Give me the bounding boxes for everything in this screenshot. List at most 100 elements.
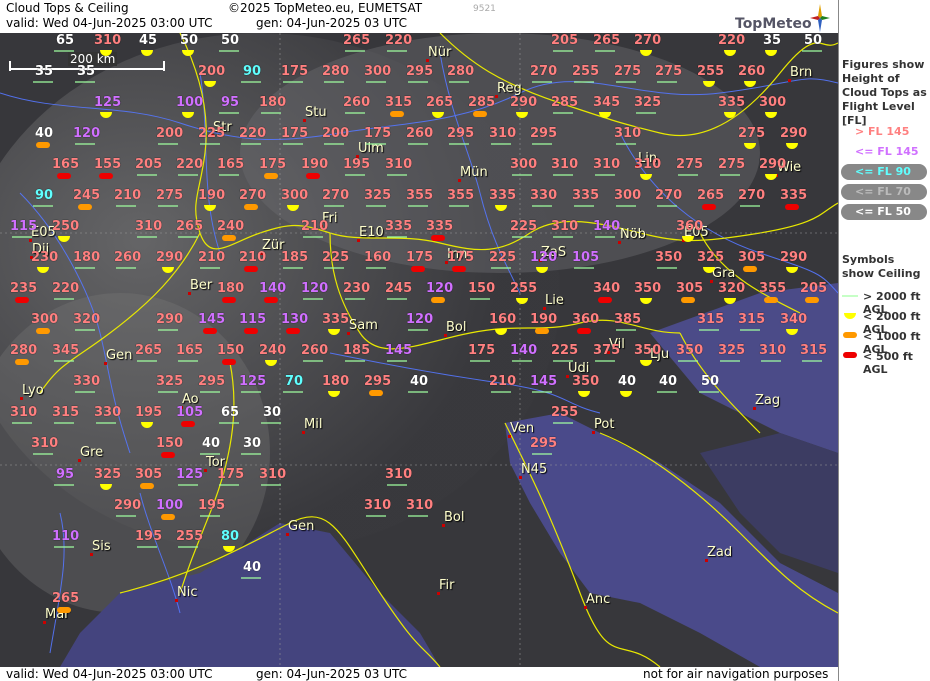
legend-fl-item: <= FL 145 [839, 145, 930, 161]
cloud-top-value: 205 [551, 33, 579, 48]
cloud-top-value: 350 [655, 250, 683, 265]
ceiling-2000-icon [141, 422, 153, 428]
ceiling-1000-icon [244, 204, 258, 210]
cloud-top-value: 270 [634, 33, 662, 48]
ceiling-2000-icon [265, 360, 277, 366]
cloud-top-value: 140 [510, 343, 538, 358]
ceiling-high-icon [261, 484, 281, 486]
cloud-top-value: 310 [593, 157, 621, 172]
cloud-top-value: 300 [614, 188, 642, 203]
satellite-map[interactable]: 200 km Nür Reg Brn Stu Str Ulm Lin Wie Mün Fri E10… [0, 33, 838, 667]
ceiling-1000-icon [36, 142, 50, 148]
city-label: N45 [521, 462, 548, 477]
ceiling-1000-icon [15, 359, 29, 365]
cloud-top-value: 310 [551, 157, 579, 172]
cloud-top-value: 315 [52, 405, 80, 420]
city-label: E10 [359, 225, 384, 240]
cloud-top-value: 165 [217, 157, 245, 172]
cloud-top-value: 295 [198, 374, 226, 389]
ceiling-high-icon [699, 329, 719, 331]
cloud-top-value: 310 [10, 405, 38, 420]
cloud-top-value: 310 [759, 343, 787, 358]
cloud-top-value: 40 [202, 436, 221, 451]
cloud-top-value: 220 [385, 33, 413, 48]
ceiling-high-icon [54, 360, 74, 362]
cloud-top-value: 150 [217, 343, 245, 358]
cloud-top-value: 290 [114, 498, 142, 513]
ceiling-high-icon [616, 329, 636, 331]
cloud-top-value: 110 [52, 529, 80, 544]
valid-time: valid: Wed 04-Jun-2025 03:00 UTC [6, 16, 213, 30]
city-label: Bol [444, 510, 465, 525]
ceiling-high-icon [678, 174, 698, 176]
ceiling-500-icon [431, 235, 445, 241]
ceiling-500-icon [15, 297, 29, 303]
cloud-top-value: 345 [52, 343, 80, 358]
cloud-top-value: 310 [364, 498, 392, 513]
cloud-top-value: 275 [655, 64, 683, 79]
ceiling-2000-icon [724, 298, 736, 304]
cloud-top-value: 35 [35, 64, 54, 79]
city-label: Mil [304, 417, 323, 432]
cloud-top-value: 385 [614, 312, 642, 327]
cloud-top-value: 50 [180, 33, 199, 48]
cloud-top-value: 265 [426, 95, 454, 110]
disclaimer-text: not for air navigation purposes [643, 667, 829, 681]
ceiling-high-icon [200, 391, 220, 393]
cloud-top-value: 235 [10, 281, 38, 296]
cloud-top-value: 30 [243, 436, 262, 451]
cloud-top-value: 175 [364, 126, 392, 141]
ceiling-500-icon [264, 297, 278, 303]
cloud-top-value: 250 [52, 219, 80, 234]
ceiling-high-icon [137, 174, 157, 176]
cloud-top-value: 295 [364, 374, 392, 389]
ceiling-high-icon [324, 205, 344, 207]
ceiling-2000-icon [223, 546, 235, 552]
ceiling-high-icon [137, 236, 157, 238]
ceiling-2000-icon [786, 143, 798, 149]
ceiling-high-icon [470, 360, 490, 362]
cloud-top-value: 295 [530, 436, 558, 451]
ceiling-high-icon [761, 360, 781, 362]
ceiling-high-icon [699, 391, 719, 393]
ceiling-1000-icon [764, 297, 778, 303]
cloud-top-value: 280 [322, 64, 350, 79]
ceiling-high-icon [158, 143, 178, 145]
ceiling-2000-icon [328, 329, 340, 335]
ceiling-2000-icon [204, 81, 216, 87]
ceiling-high-icon [75, 329, 95, 331]
cloud-top-value: 115 [10, 219, 38, 234]
ceiling-500-icon [203, 328, 217, 334]
ceiling-1000-icon [473, 111, 487, 117]
ceiling-500-icon [57, 173, 71, 179]
cloud-top-value: 210 [198, 250, 226, 265]
ceiling-500-icon [843, 352, 857, 358]
ceiling-high-icon [12, 422, 32, 424]
ceiling-1000-icon [264, 173, 278, 179]
ceiling-high-icon [657, 391, 677, 393]
cloud-top-value: 145 [385, 343, 413, 358]
ceiling-500-icon [286, 328, 300, 334]
ceiling-2000-icon [287, 205, 299, 211]
cloud-top-value: 255 [697, 64, 725, 79]
cloud-top-value: 40 [35, 126, 54, 141]
cloud-top-value: 120 [406, 312, 434, 327]
city-label: Anc [586, 592, 611, 607]
ceiling-high-icon [54, 484, 74, 486]
ceiling-2000-icon [328, 391, 340, 397]
ceiling-high-icon [33, 81, 53, 83]
cloud-top-value: 360 [676, 219, 704, 234]
ceiling-high-icon [219, 50, 239, 52]
cloud-top-value: 260 [343, 95, 371, 110]
ceiling-high-icon [137, 360, 157, 362]
ceiling-1000-icon [222, 235, 236, 241]
ceiling-high-icon [657, 81, 677, 83]
cloud-top-value: 325 [94, 467, 122, 482]
cloud-top-value: 355 [759, 281, 787, 296]
ceiling-2000-icon [640, 298, 652, 304]
ceiling-high-icon [408, 391, 428, 393]
cloud-top-value: 270 [738, 188, 766, 203]
cloud-top-value: 210 [489, 374, 517, 389]
ceiling-2000-icon [724, 112, 736, 118]
cloud-top-value: 220 [718, 33, 746, 48]
